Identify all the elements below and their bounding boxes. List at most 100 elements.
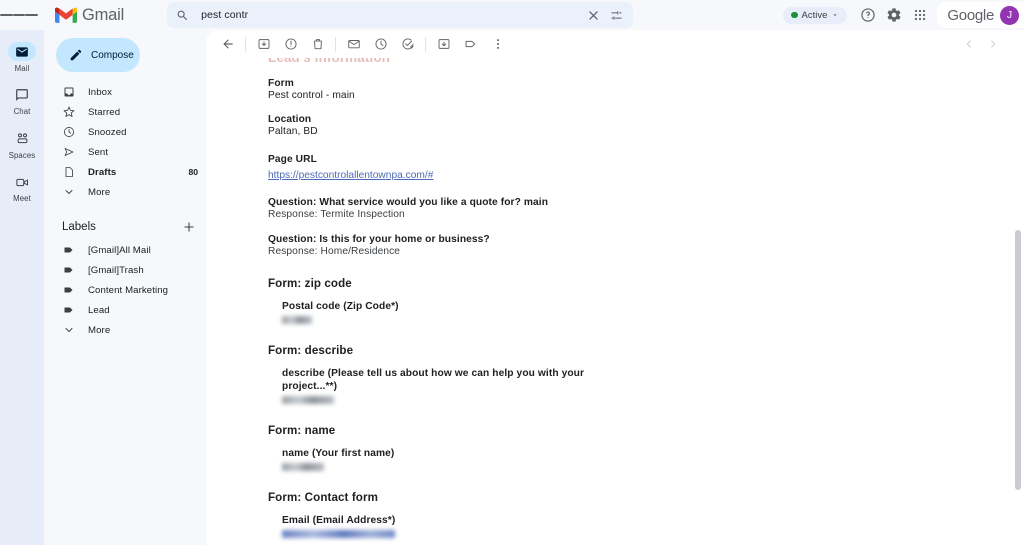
mail-icon <box>15 45 29 59</box>
form-field-label: Email (Email Address*) <box>282 514 597 527</box>
status-label: Active <box>802 10 828 21</box>
google-apps-button[interactable] <box>907 2 933 28</box>
rail-item-mail[interactable]: Mail <box>0 42 44 73</box>
settings-button[interactable] <box>881 2 907 28</box>
label-item-trash[interactable]: [Gmail]Trash <box>44 260 206 280</box>
toolbar-divider <box>245 37 246 52</box>
response-text: Response: Termite Inspection <box>268 209 1024 220</box>
search-icon <box>176 9 189 22</box>
more-options-button[interactable] <box>484 31 511 58</box>
page-url-link[interactable]: https://pestcontrolallentownpa.com/# <box>268 170 433 181</box>
labels-button[interactable] <box>457 31 484 58</box>
compose-label: Compose <box>91 50 134 61</box>
mark-unread-button[interactable] <box>340 31 367 58</box>
label-item-lead[interactable]: Lead <box>44 300 206 320</box>
search-box[interactable]: pest contr <box>167 2 633 28</box>
response-text: Response: Home/Residence <box>268 246 1024 257</box>
label-item-content-marketing[interactable]: Content Marketing <box>44 280 206 300</box>
rail-label: Chat <box>14 107 31 116</box>
sidebar-nav: Inbox Starred Snoozed Sent <box>44 82 206 202</box>
google-account-card[interactable]: Google J <box>937 2 1024 28</box>
email-panel: Lead's Information Form Pest control - m… <box>206 30 1024 545</box>
form-section-zip-code: Form: zip code Postal code (Zip Code*) <box>268 277 1024 324</box>
gear-icon <box>886 7 902 23</box>
sidebar-item-drafts[interactable]: Drafts 80 <box>44 162 206 182</box>
field-label: Location <box>268 114 1024 125</box>
chevron-down-icon <box>831 11 839 19</box>
redacted-value <box>282 316 312 324</box>
snooze-button[interactable] <box>367 31 394 58</box>
rail-item-meet[interactable]: Meet <box>0 173 44 204</box>
gmail-logo[interactable]: Gmail <box>55 6 124 25</box>
create-label-button[interactable] <box>182 220 196 234</box>
label-item-all-mail[interactable]: [Gmail]All Mail <box>44 240 206 260</box>
toolbar-divider <box>335 37 336 52</box>
label-text: [Gmail]Trash <box>88 265 144 276</box>
sidebar-item-sent[interactable]: Sent <box>44 142 206 162</box>
sidebar-item-snoozed[interactable]: Snoozed <box>44 122 206 142</box>
redacted-value <box>282 396 334 404</box>
sidebar-item-more[interactable]: More <box>44 182 206 202</box>
field-value: Pest control - main <box>268 90 1024 101</box>
main-menu-button[interactable] <box>0 0 38 30</box>
status-badge[interactable]: Active <box>783 7 847 24</box>
report-spam-icon <box>284 37 298 51</box>
email-toolbar <box>206 30 1024 58</box>
add-to-tasks-button[interactable] <box>394 31 421 58</box>
archive-button[interactable] <box>250 31 277 58</box>
rail-label: Spaces <box>9 151 36 160</box>
more-vertical-icon <box>491 37 505 51</box>
qa-item-2: Question: Is this for your home or busin… <box>268 234 1024 257</box>
sidebar-label: Starred <box>88 107 120 118</box>
clock-icon <box>374 37 388 51</box>
back-button[interactable] <box>214 31 241 58</box>
spaces-icon <box>15 131 30 146</box>
form-section-name: Form: name name (Your first name) <box>268 424 1024 471</box>
avatar[interactable]: J <box>1000 6 1019 25</box>
scrollbar-thumb[interactable] <box>1015 230 1021 490</box>
label-text: Content Marketing <box>88 285 168 296</box>
sidebar-item-inbox[interactable]: Inbox <box>44 82 206 102</box>
chevron-down-icon <box>62 185 76 199</box>
newer-button[interactable] <box>960 35 978 53</box>
label-text: [Gmail]All Mail <box>88 245 151 256</box>
archive-icon <box>257 37 271 51</box>
search-input[interactable]: pest contr <box>201 9 578 21</box>
chevron-left-icon <box>964 39 974 49</box>
inbox-icon <box>62 85 76 99</box>
field-form: Form Pest control - main <box>268 78 1024 101</box>
labels-title: Labels <box>62 221 96 233</box>
rail-label: Meet <box>13 194 31 203</box>
form-section-describe: Form: describe describe (Please tell us … <box>268 344 1024 404</box>
rail-item-spaces[interactable]: Spaces <box>0 129 44 160</box>
clock-icon <box>62 125 76 139</box>
envelope-icon <box>347 37 361 51</box>
nav-rail: Mail Chat Spaces <box>0 30 44 545</box>
older-button[interactable] <box>984 35 1002 53</box>
pencil-icon <box>69 48 83 62</box>
form-heading: Form: describe <box>268 344 1024 357</box>
sidebar-item-starred[interactable]: Starred <box>44 102 206 122</box>
compose-button[interactable]: Compose <box>56 38 140 72</box>
support-button[interactable] <box>855 2 881 28</box>
arrow-left-icon <box>221 37 235 51</box>
status-dot <box>791 12 798 19</box>
help-icon <box>860 7 876 23</box>
search-options-icon[interactable] <box>609 8 624 23</box>
rail-pill <box>8 129 36 148</box>
rail-item-chat[interactable]: Chat <box>0 86 44 117</box>
delete-button[interactable] <box>304 31 331 58</box>
form-section-contact-form: Form: Contact form Email (Email Address*… <box>268 491 1024 545</box>
sidebar-label: Inbox <box>88 87 112 98</box>
form-heading: Form: Contact form <box>268 491 1024 504</box>
move-to-button[interactable] <box>430 31 457 58</box>
sidebar-label: More <box>88 187 110 198</box>
task-add-icon <box>401 37 415 51</box>
report-spam-button[interactable] <box>277 31 304 58</box>
field-page-url: Page URL https://pestcontrolallentownpa.… <box>268 154 1024 183</box>
chevron-down-icon <box>62 323 76 337</box>
close-icon[interactable] <box>586 8 601 23</box>
label-item-more[interactable]: More <box>44 320 206 340</box>
move-to-icon <box>437 37 451 51</box>
field-label: Form <box>268 78 1024 89</box>
